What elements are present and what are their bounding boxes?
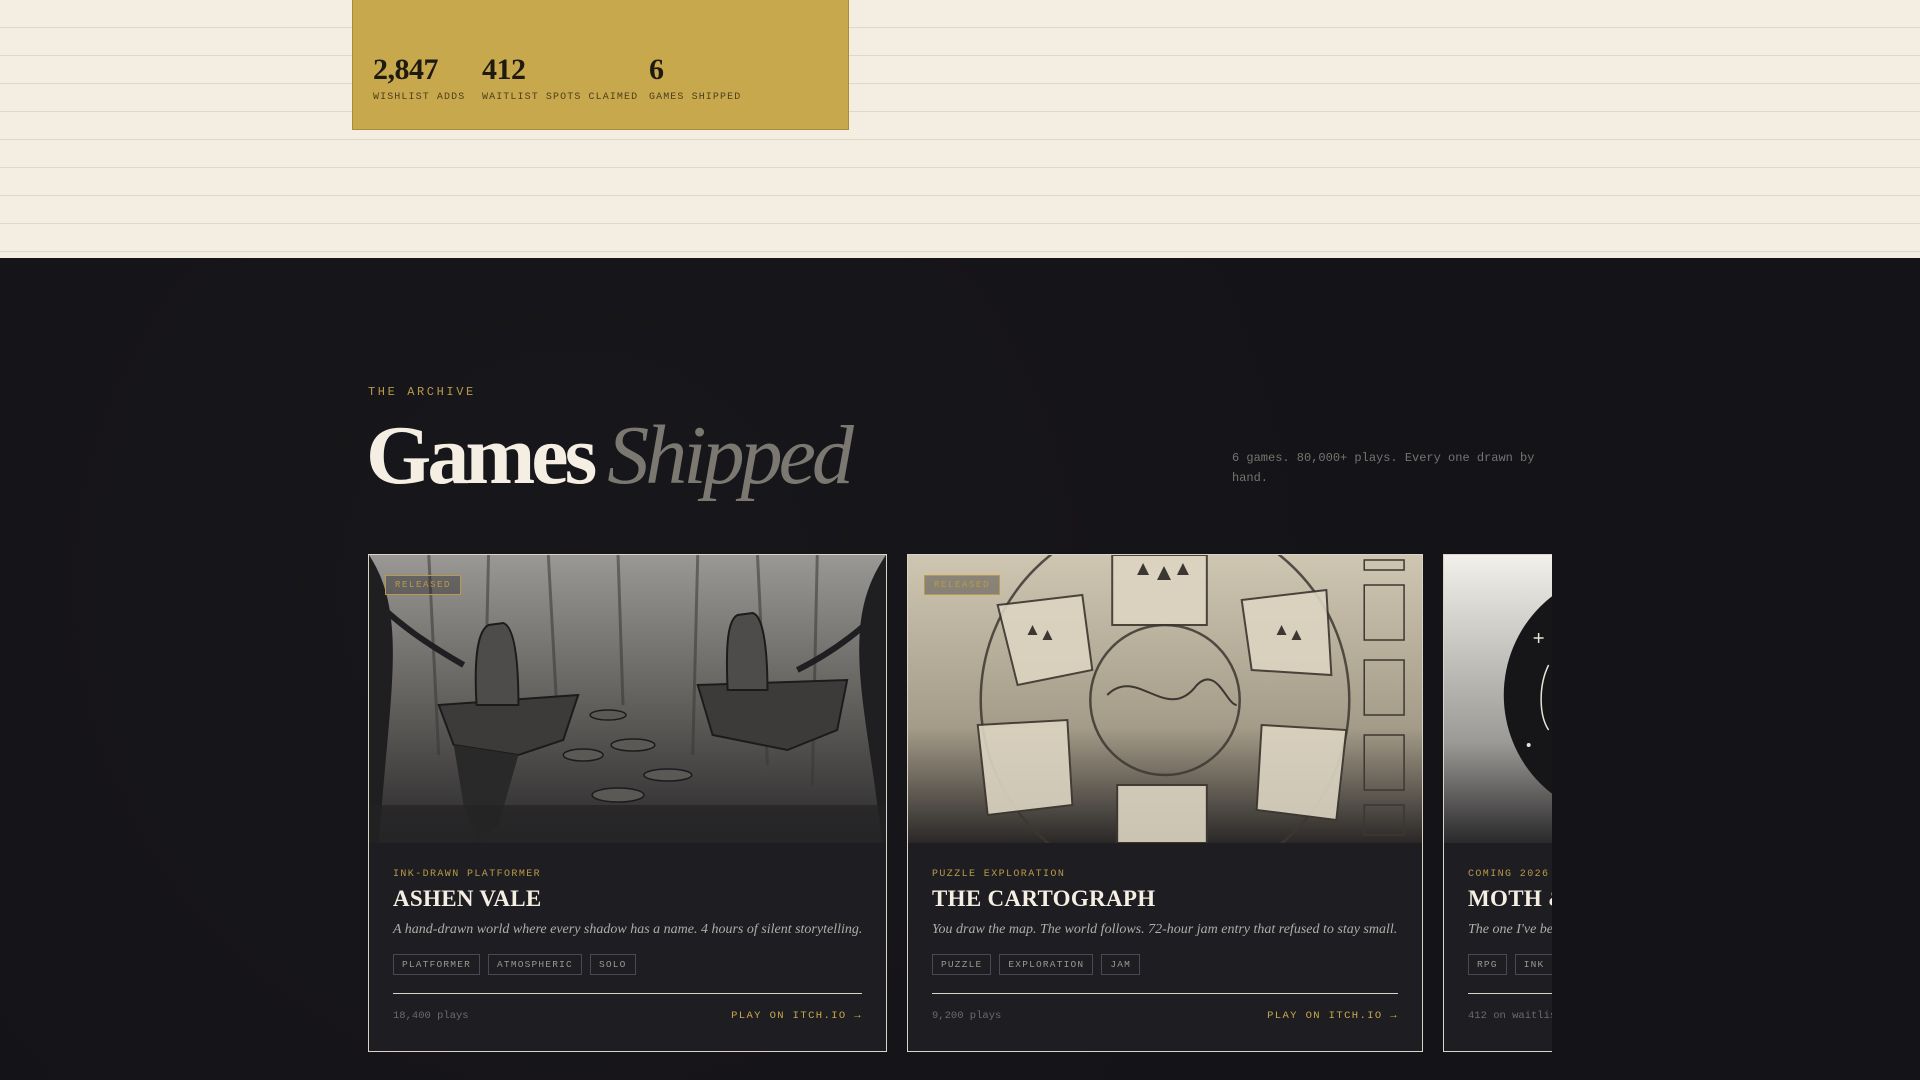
stat-waitlist: 412 WAITLIST SPOTS CLAIMED [482, 52, 638, 103]
status-badge: RELEASED [924, 575, 1001, 595]
card-footer: 18,400 plays PLAY ON ITCH.IO → [393, 1010, 862, 1022]
stat-label: GAMES SHIPPED [649, 92, 742, 103]
game-tagline: You draw the map. The world follows. 72-… [932, 922, 1398, 937]
stat-games-shipped: 6 GAMES SHIPPED [649, 52, 741, 103]
tag-list: PUZZLE EXPLORATION JAM [932, 954, 1398, 975]
section-description: 6 games. 80,000+ plays. Every one drawn … [1232, 451, 1535, 485]
tag: EXPLORATION [999, 954, 1094, 975]
section-title-accent: Shipped [607, 409, 854, 502]
section-title: Games Shipped [366, 406, 854, 506]
game-artwork: RELEASED [369, 555, 886, 843]
game-artwork: RELEASED [908, 555, 1422, 843]
section-eyebrow: THE ARCHIVE [368, 385, 476, 399]
game-card[interactable]: RELEASED INK-DRAWN PLATFORMER ASHEN VALE… [368, 554, 887, 1052]
game-artwork [1444, 555, 1552, 843]
forest-illustration [369, 555, 886, 843]
play-count: 18,400 plays [393, 1010, 469, 1022]
archive-section: THE ARCHIVE Games Shipped 6 games. 80,000… [0, 258, 1920, 1080]
divider [393, 993, 862, 994]
play-count: 9,200 plays [932, 1010, 1002, 1022]
card-body: PUZZLE EXPLORATION THE CARTOGRAPH You dr… [932, 843, 1398, 1022]
tag: PLATFORMER [393, 954, 481, 975]
game-genre: PUZZLE EXPLORATION [932, 869, 1066, 880]
card-footer: 9,200 plays PLAY ON ITCH.IO → [932, 1010, 1398, 1022]
stat-wishlist: 2,847 WISHLIST ADDS [373, 52, 465, 103]
tag: SOLO [589, 954, 636, 975]
play-on-itch-link[interactable]: PLAY ON ITCH.IO → [1267, 1010, 1398, 1022]
tag: JAM [1101, 954, 1141, 975]
tag-list: RPG INK P [1468, 954, 1552, 975]
paper-section: 2,847 WISHLIST ADDS 412 WAITLIST SPOTS C… [0, 0, 1920, 258]
waitlist-count: 412 on waitlis [1468, 1010, 1552, 1022]
game-tagline: The one I've be [1468, 922, 1552, 937]
tag-list: PLATFORMER ATMOSPHERIC SOLO [393, 954, 862, 975]
status-badge: RELEASED [385, 575, 462, 595]
game-genre: INK-DRAWN PLATFORMER [393, 869, 542, 880]
card-footer: 412 on waitlis [1468, 1010, 1552, 1022]
games-carousel[interactable]: RELEASED INK-DRAWN PLATFORMER ASHEN VALE… [368, 554, 1552, 1080]
game-tagline: A hand-drawn world where every shadow ha… [393, 922, 863, 937]
game-title: MOTH & [1468, 886, 1552, 911]
tag: RPG [1468, 954, 1507, 975]
play-on-itch-link[interactable]: PLAY ON ITCH.IO → [731, 1010, 862, 1022]
divider [932, 993, 1398, 994]
card-body: COMING 2026 MOTH & The one I've be RPG I… [1468, 843, 1552, 1022]
stat-value: 6 [649, 53, 664, 86]
game-card[interactable]: COMING 2026 MOTH & The one I've be RPG I… [1443, 554, 1552, 1052]
game-title: ASHEN VALE [393, 886, 542, 911]
game-genre: COMING 2026 [1468, 869, 1550, 880]
game-title: THE CARTOGRAPH [932, 886, 1156, 911]
stat-value: 2,847 [373, 53, 439, 86]
stat-value: 412 [482, 53, 526, 86]
moth-illustration [1444, 555, 1552, 843]
tag: PUZZLE [932, 954, 992, 975]
tag: ATMOSPHERIC [488, 954, 582, 975]
divider [1468, 993, 1552, 994]
game-card[interactable]: RELEASED PUZZLE EXPLORATION THE CARTOGRA… [907, 554, 1423, 1052]
stat-label: WISHLIST ADDS [373, 92, 466, 103]
stat-label: WAITLIST SPOTS CLAIMED [482, 92, 639, 103]
map-illustration [908, 555, 1422, 843]
tag: INK P [1514, 954, 1552, 975]
card-body: INK-DRAWN PLATFORMER ASHEN VALE A hand-d… [393, 843, 862, 1022]
section-title-main: Games [366, 409, 597, 502]
stats-card: 2,847 WISHLIST ADDS 412 WAITLIST SPOTS C… [352, 0, 849, 130]
